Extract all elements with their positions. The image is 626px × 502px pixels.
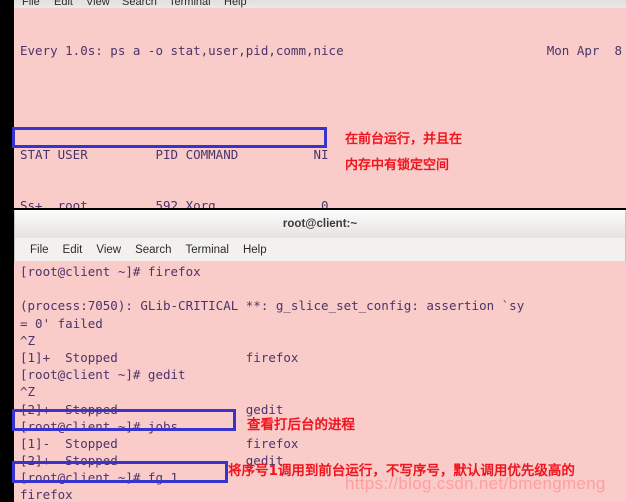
terminal-line-jobs-entry-2: [2]+ Stopped gedit bbox=[20, 453, 284, 469]
terminal-window: root@client:~ File Edit View Search Term… bbox=[14, 210, 626, 502]
terminal-line-job2-stopped: [2]+ Stopped gedit bbox=[20, 401, 284, 417]
terminal-line-ctrl-z: ^Z bbox=[20, 332, 36, 348]
watch-menu-edit[interactable]: Edit bbox=[54, 0, 73, 8]
watch-menu-file[interactable]: File bbox=[22, 0, 40, 8]
terminal-line-prompt-firefox: [root@client ~]# firefox bbox=[20, 264, 201, 279]
terminal-menu-file[interactable]: File bbox=[23, 242, 56, 258]
watch-output-area: Every 1.0s: ps a -o stat,user,pid,comm,n… bbox=[14, 8, 626, 208]
terminal-line-fg-output: firefox bbox=[20, 487, 73, 502]
terminal-line-prompt-jobs: [root@client ~]# jobs bbox=[20, 418, 179, 434]
terminal-menu-edit[interactable]: Edit bbox=[56, 242, 90, 258]
watch-window-menubar[interactable]: File Edit View Search Terminal Help bbox=[14, 0, 626, 8]
terminal-line-prompt-gedit: [root@client ~]# gedit bbox=[20, 367, 186, 383]
terminal-line-prompt-fg: [root@client ~]# fg 1 bbox=[20, 470, 179, 486]
terminal-line-ctrl-z: ^Z bbox=[20, 384, 36, 400]
watch-menu-terminal[interactable]: Terminal bbox=[169, 0, 211, 8]
terminal-menu-terminal[interactable]: Terminal bbox=[179, 242, 236, 258]
watch-blank-line bbox=[14, 94, 626, 111]
watch-command-text: Every 1.0s: ps a -o stat,user,pid,comm,n… bbox=[20, 43, 344, 59]
watch-header-line: Every 1.0s: ps a -o stat,user,pid,comm,n… bbox=[14, 42, 626, 59]
watch-column-header: STAT USER PID COMMAND NI bbox=[20, 146, 329, 162]
desktop-background-gutter bbox=[0, 0, 14, 502]
terminal-line-jobs-entry-1: [1]- Stopped firefox bbox=[20, 435, 299, 451]
terminal-titlebar[interactable]: root@client:~ bbox=[14, 210, 626, 238]
watch-window: File Edit View Search Terminal Help Ever… bbox=[14, 0, 626, 208]
watch-process-row: Ss+ root 592 Xorg 0 bbox=[20, 198, 329, 208]
screen-root: File Edit View Search Terminal Help Ever… bbox=[0, 0, 626, 502]
terminal-menubar[interactable]: File Edit View Search Terminal Help bbox=[14, 238, 626, 261]
terminal-output-area[interactable]: [root@client ~]# firefox (process:7050):… bbox=[14, 261, 626, 502]
terminal-menu-help[interactable]: Help bbox=[236, 242, 274, 258]
watch-menu-view[interactable]: View bbox=[86, 0, 110, 8]
terminal-window-title: root@client:~ bbox=[282, 218, 358, 230]
terminal-line-glib-warning: (process:7050): GLib-CRITICAL **: g_slic… bbox=[20, 298, 525, 314]
terminal-menu-view[interactable]: View bbox=[89, 242, 128, 258]
terminal-line-job1-stopped: [1]+ Stopped firefox bbox=[20, 349, 299, 365]
terminal-line-glib-warning-cont: = 0' failed bbox=[20, 315, 103, 331]
watch-date-text: Mon Apr 8 bbox=[546, 43, 622, 59]
terminal-menu-search[interactable]: Search bbox=[128, 242, 178, 258]
watch-menu-search[interactable]: Search bbox=[122, 0, 157, 8]
watch-menu-help[interactable]: Help bbox=[224, 0, 247, 8]
